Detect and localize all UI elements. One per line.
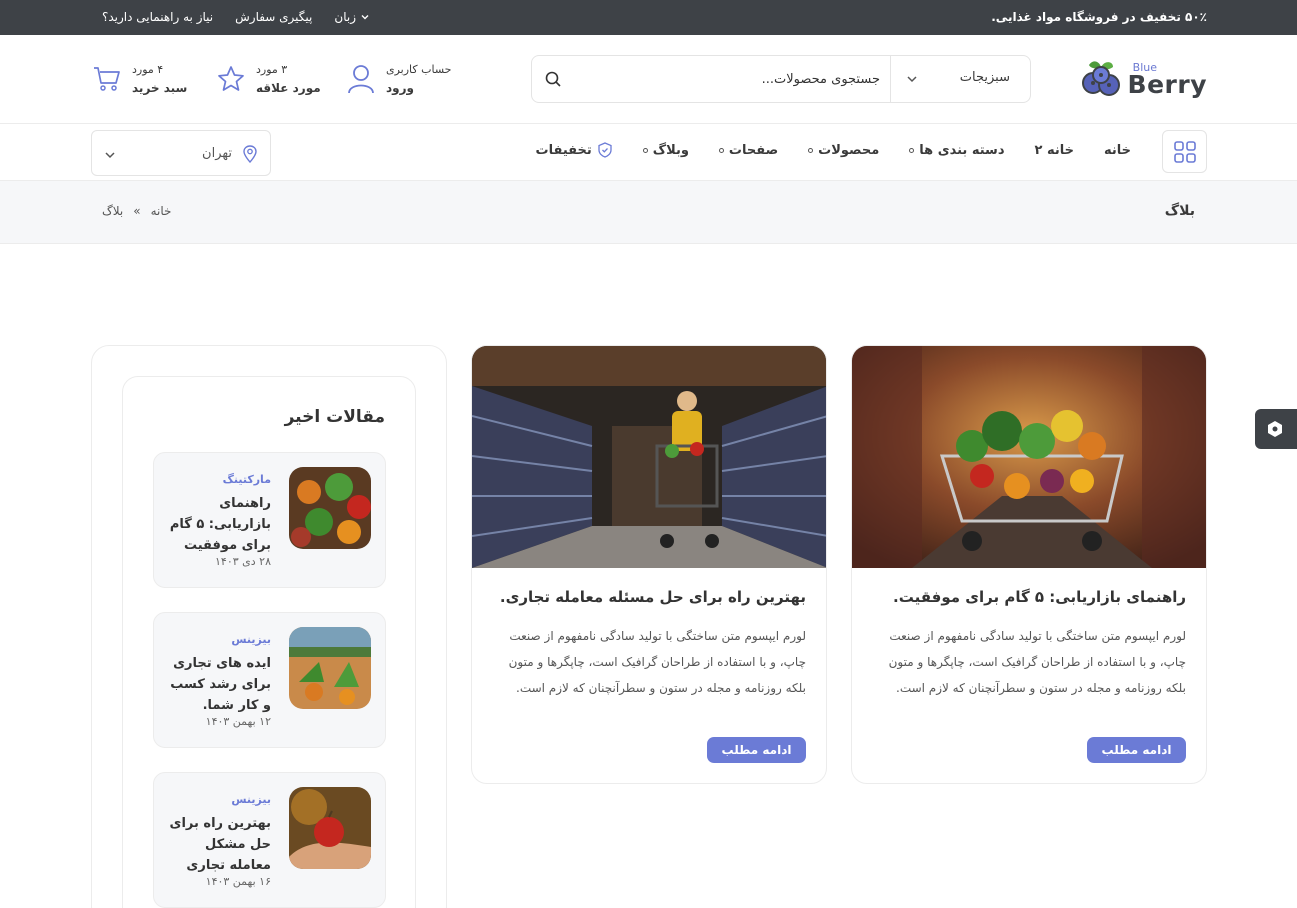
search-bar: سبزیجات — [531, 55, 1031, 103]
top-bar: ۵۰٪ تخفیف در فروشگاه مواد غذایی. زبان پی… — [0, 0, 1297, 35]
recent-post-thumbnail[interactable] — [289, 627, 371, 709]
account-bottom: ورود — [386, 81, 414, 95]
dropdown-dot-icon — [808, 147, 814, 153]
recent-post-category[interactable]: مارکتینگ — [223, 473, 271, 486]
read-more-button[interactable]: ادامه مطلب — [1087, 737, 1186, 763]
nav-item-discounts[interactable]: تخفیفات — [536, 142, 613, 158]
recent-post-item[interactable]: بیزینس بهترین راه برای حل مشکل معامله تج… — [153, 772, 386, 908]
shield-icon — [598, 142, 612, 158]
dropdown-dot-icon — [642, 147, 648, 153]
recent-post-date: ۲۸ دی ۱۴۰۳ — [215, 555, 271, 568]
floating-settings-button[interactable] — [1255, 409, 1297, 449]
recent-post-category[interactable]: بیزینس — [231, 793, 271, 806]
breadcrumb-separator: » — [133, 204, 141, 218]
recent-post-title[interactable]: بهترین راه برای حل مشکل معامله تجاری — [163, 813, 271, 876]
location-select[interactable]: تهران — [91, 130, 271, 176]
recent-post-date: ۱۲ بهمن ۱۴۰۳ — [205, 715, 271, 728]
post-excerpt: لورم ایپسوم متن ساختگی با تولید سادگی نا… — [888, 629, 1186, 695]
post-image-supermarket-aisle[interactable] — [472, 346, 827, 568]
sidebar: مقالات اخیر مارکتینگ راهنمای بازاریابی: … — [91, 345, 447, 908]
nav-item-products[interactable]: محصولات — [808, 142, 879, 158]
user-icon — [348, 65, 374, 94]
location-label: تهران — [202, 146, 232, 161]
location-pin-icon — [243, 145, 257, 163]
nav-item-home2[interactable]: خانه ۲ — [1035, 142, 1074, 158]
search-input[interactable] — [590, 65, 880, 93]
recent-posts-title: مقالات اخیر — [284, 407, 385, 427]
wishlist-link[interactable]: ۳ مورد مورد علاقه — [216, 61, 321, 97]
language-selector[interactable]: زبان — [334, 10, 370, 24]
post-title[interactable]: بهترین راه برای حل مسئله معامله تجاری. — [486, 588, 806, 606]
blueberry-logo-icon — [1082, 61, 1120, 96]
grid-icon — [1174, 141, 1196, 163]
star-icon — [218, 66, 244, 91]
header: Blue Berry سبزیجات حساب کاربری ورود ۳ مو… — [0, 35, 1297, 124]
recent-post-title[interactable]: ایده های تجاری برای رشد کسب و کار شما. — [163, 653, 271, 716]
track-order-link[interactable]: پیگیری سفارش — [235, 10, 312, 24]
recent-post-date: ۱۶ بهمن ۱۴۰۳ — [205, 875, 271, 888]
main-nav: خانه خانه ۲ دسته بندی ها محصولات صفحات و… — [0, 124, 1297, 181]
breadcrumb-current: بلاگ — [102, 204, 124, 218]
recent-post-item[interactable]: بیزینس ایده های تجاری برای رشد کسب و کار… — [153, 612, 386, 748]
read-more-button[interactable]: ادامه مطلب — [707, 737, 806, 763]
nav-item-home[interactable]: خانه — [1104, 142, 1131, 158]
account-link[interactable]: حساب کاربری ورود — [346, 61, 451, 97]
recent-post-thumbnail[interactable] — [289, 467, 371, 549]
post-excerpt: لورم ایپسوم متن ساختگی با تولید سادگی نا… — [508, 629, 806, 695]
blog-post-card: راهنمای بازاریابی: ۵ گام برای موفقیت. لو… — [851, 345, 1207, 784]
chevron-down-icon — [907, 76, 917, 83]
top-links: زبان پیگیری سفارش نیاز به راهنمایی دارید… — [102, 10, 370, 24]
dropdown-dot-icon — [718, 147, 724, 153]
promo-text: ۵۰٪ تخفیف در فروشگاه مواد غذایی. — [991, 10, 1207, 24]
search-icon[interactable] — [544, 70, 562, 88]
recent-posts-widget: مقالات اخیر مارکتینگ راهنمای بازاریابی: … — [122, 376, 416, 908]
recent-post-item[interactable]: مارکتینگ راهنمای بازاریابی: ۵ گام برای م… — [153, 452, 386, 588]
cart-icon — [94, 67, 120, 91]
dropdown-dot-icon — [909, 147, 915, 153]
recent-post-category[interactable]: بیزینس — [231, 633, 271, 646]
chevron-down-icon — [105, 152, 115, 159]
category-label: سبزیجات — [959, 70, 1010, 85]
categories-grid-button[interactable] — [1162, 130, 1207, 173]
language-label: زبان — [334, 10, 356, 24]
page-title: بلاگ — [1164, 203, 1195, 219]
wishlist-label: مورد علاقه — [256, 81, 321, 95]
post-title[interactable]: راهنمای بازاریابی: ۵ گام برای موفقیت. — [866, 588, 1186, 606]
nav-item-blog[interactable]: وبلاگ — [642, 142, 689, 158]
cart-count: ۴ مورد — [132, 63, 164, 76]
logo[interactable]: Blue Berry — [1079, 55, 1207, 105]
recent-post-thumbnail[interactable] — [289, 787, 371, 869]
blog-post-card: بهترین راه برای حل مسئله معامله تجاری. ل… — [471, 345, 827, 784]
nav-items: خانه خانه ۲ دسته بندی ها محصولات صفحات و… — [506, 142, 1131, 158]
account-top: حساب کاربری — [386, 63, 452, 76]
cart-label: سبد خرید — [132, 81, 188, 95]
wishlist-count: ۳ مورد — [256, 63, 288, 76]
settings-hexagon-icon — [1268, 421, 1282, 437]
post-image-vegetable-cart[interactable] — [852, 346, 1207, 568]
logo-berry: Berry — [1127, 70, 1207, 99]
recent-post-title[interactable]: راهنمای بازاریابی: ۵ گام برای موفقیت — [163, 493, 271, 556]
nav-item-categories[interactable]: دسته بندی ها — [909, 142, 1005, 158]
category-select[interactable]: سبزیجات — [890, 56, 1030, 102]
breadcrumb: خانه » بلاگ — [102, 204, 171, 218]
breadcrumb-home[interactable]: خانه — [151, 204, 172, 218]
chevron-down-icon — [361, 15, 369, 20]
help-link[interactable]: نیاز به راهنمایی دارید؟ — [102, 10, 213, 24]
nav-item-pages[interactable]: صفحات — [718, 142, 778, 158]
breadcrumb-bar: بلاگ خانه » بلاگ — [0, 181, 1297, 244]
cart-link[interactable]: ۴ مورد سبد خرید — [92, 61, 187, 97]
